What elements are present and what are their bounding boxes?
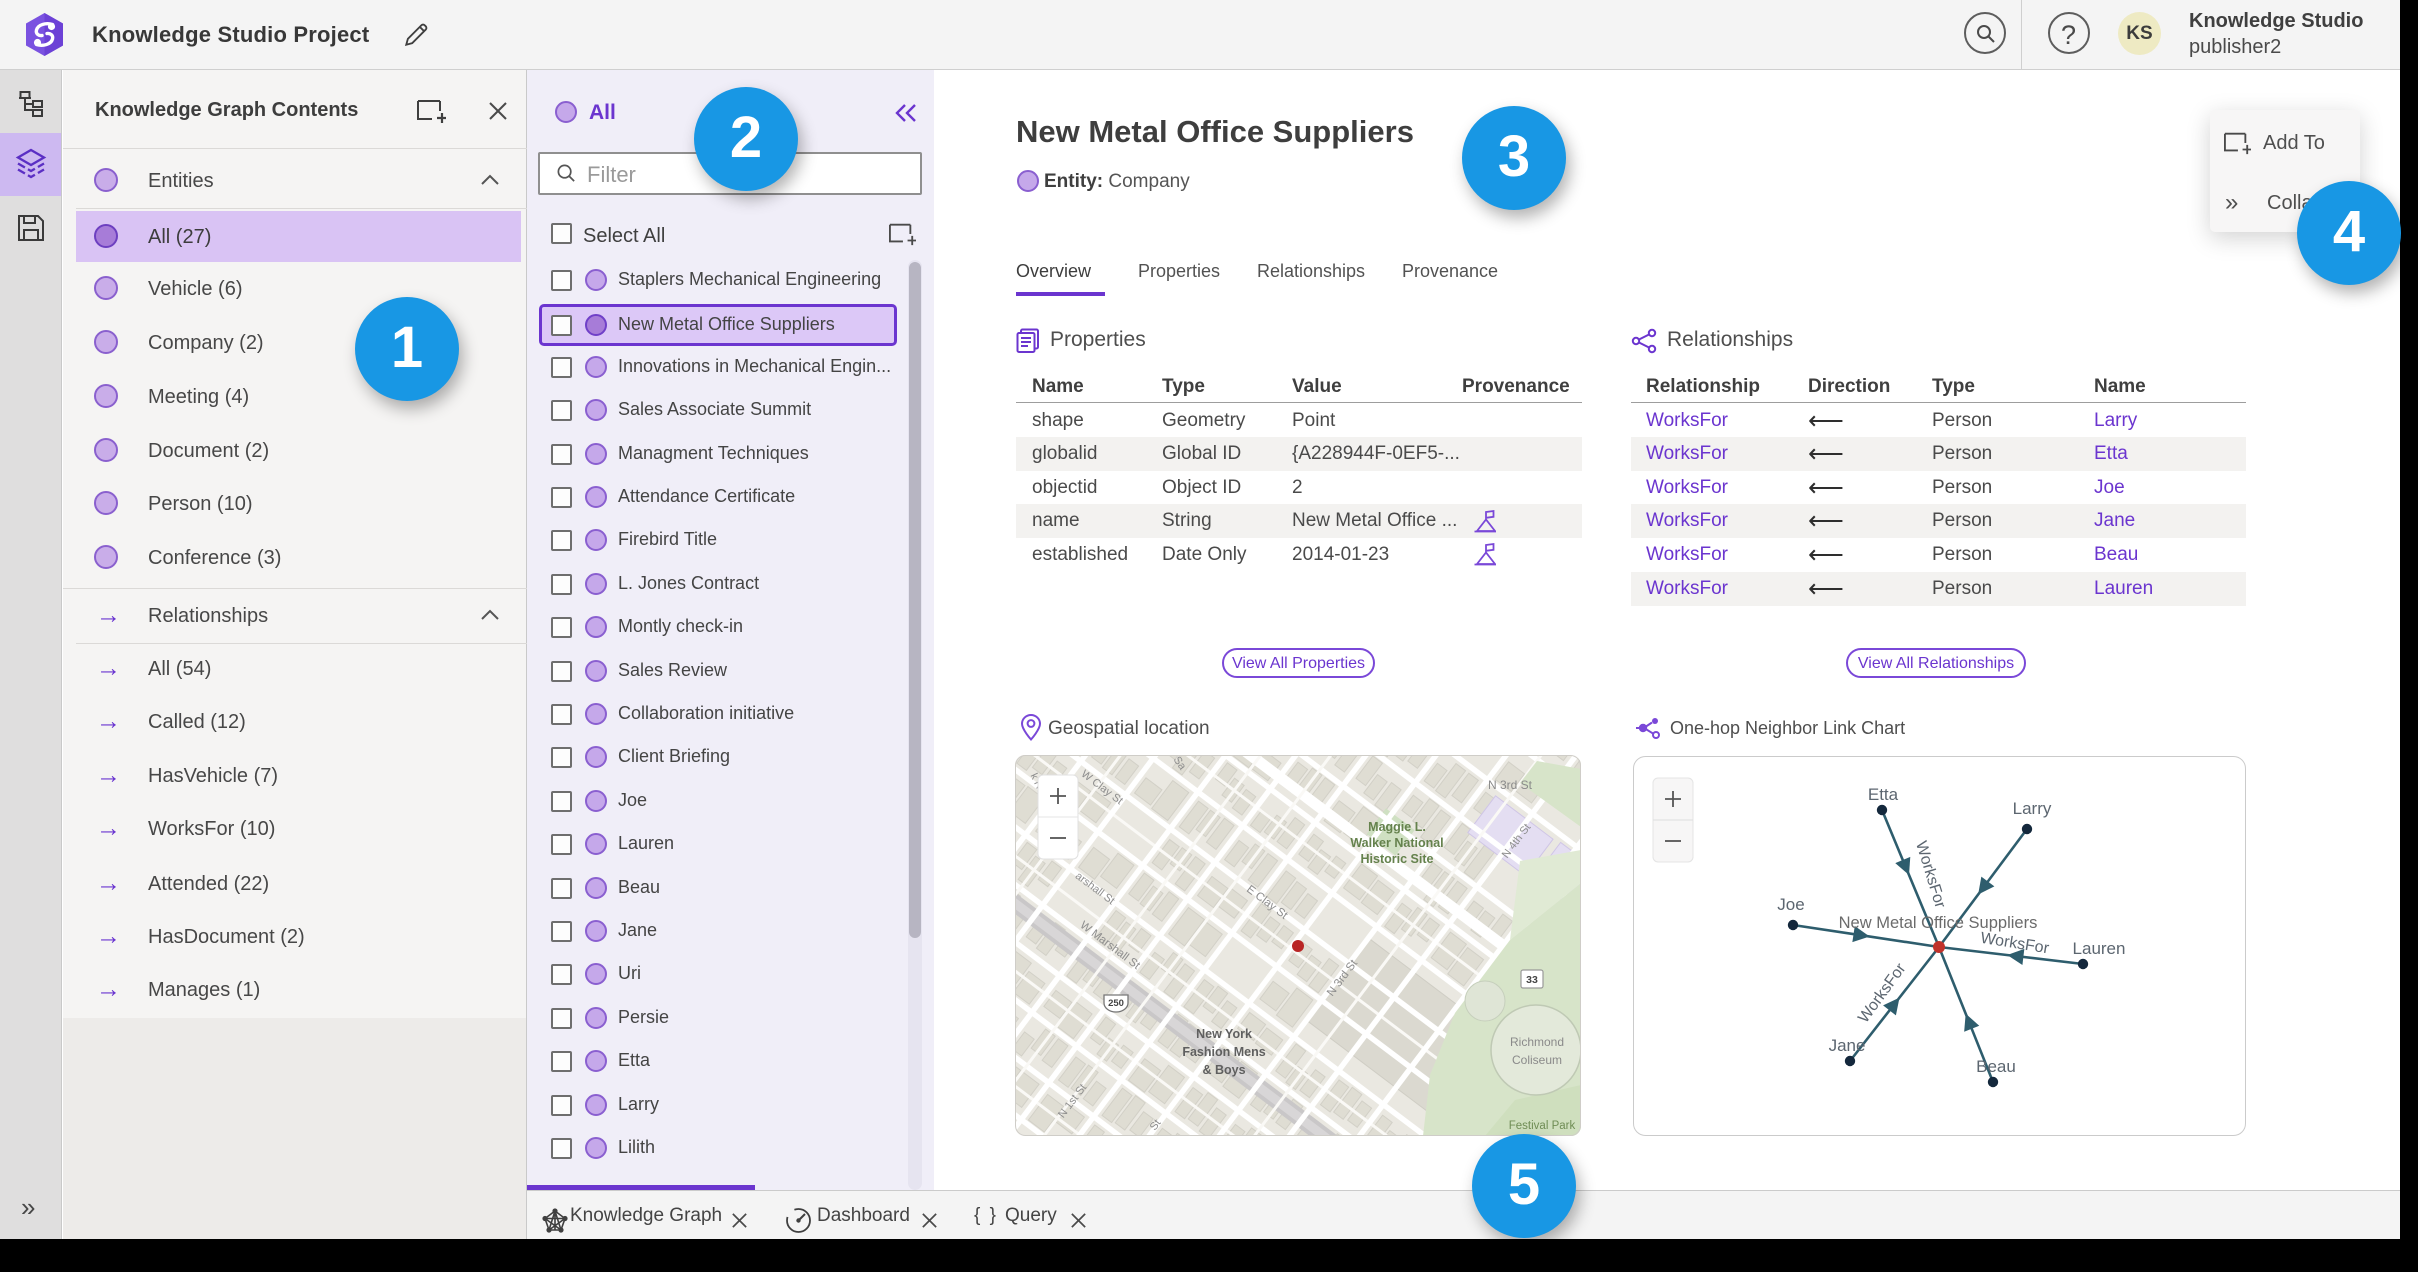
svg-text:Historic Site: Historic Site [1361,852,1434,866]
svg-text:Larry: Larry [2013,799,2052,818]
svg-text:& Boys: & Boys [1202,1063,1245,1077]
svg-text:Coliseum: Coliseum [1512,1053,1562,1067]
svg-text:Fashion Mens: Fashion Mens [1182,1045,1265,1059]
svg-text:Festival Park: Festival Park [1509,1120,1576,1132]
svg-text:Beau: Beau [1976,1057,2016,1076]
svg-text:Maggie L.: Maggie L. [1368,820,1426,834]
svg-text:Lauren: Lauren [2073,939,2126,958]
svg-text:250: 250 [1108,998,1124,1009]
svg-text:N 3rd St: N 3rd St [1488,778,1533,792]
svg-text:33: 33 [1526,974,1538,986]
svg-text:Jane: Jane [1829,1036,1866,1055]
svg-text:Joe: Joe [1777,895,1804,914]
svg-text:Etta: Etta [1868,785,1899,804]
svg-text:Richmond: Richmond [1510,1035,1564,1049]
svg-text:New Metal Office Suppliers: New Metal Office Suppliers [1839,914,2038,932]
svg-text:Walker National: Walker National [1350,836,1443,850]
svg-text:New York: New York [1196,1027,1252,1041]
